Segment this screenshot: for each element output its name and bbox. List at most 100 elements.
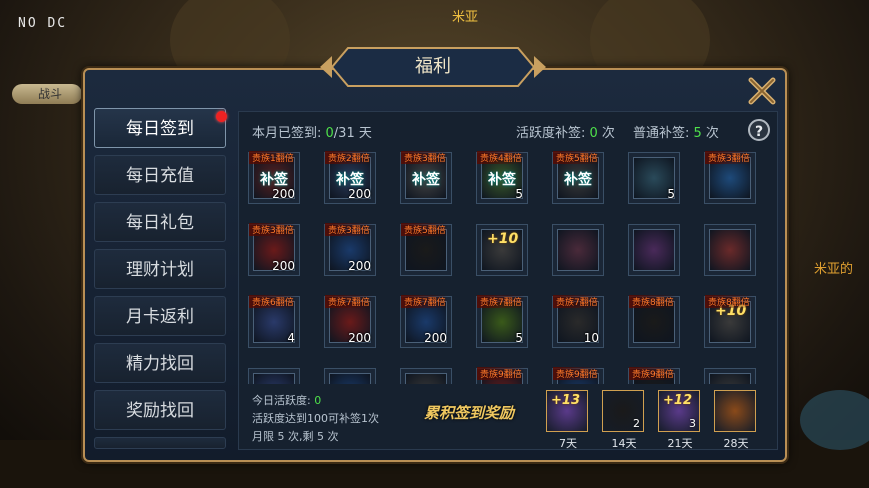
vip-double-tag: 贵族6翻倍	[249, 295, 297, 308]
signin-day-cell[interactable]	[324, 368, 376, 384]
item-quantity: 200	[272, 187, 295, 201]
cumulative-reward-item[interactable]: 2 14天	[602, 390, 644, 450]
makeup-sign-label: 补签	[564, 172, 592, 188]
signin-day-cell[interactable]: +10 贵族8翻倍	[704, 295, 756, 348]
close-icon	[748, 77, 776, 105]
signin-day-cell[interactable]: 贵族6翻倍 4	[248, 295, 300, 348]
item-quantity: 200	[348, 187, 371, 201]
active-makeup-label: 活跃度补签:	[516, 126, 590, 141]
sidebar-item-reward-recover[interactable]: 奖励找回	[94, 390, 226, 430]
signin-day-cell[interactable]: 贵族7翻倍 200	[400, 295, 452, 348]
dice-box-icon	[709, 373, 751, 384]
item-quantity: 3	[689, 417, 696, 430]
sidebar-item-monthly-card[interactable]: 月卡返利	[94, 296, 226, 336]
sidebar-item-daily-signin[interactable]: 每日签到	[94, 108, 227, 148]
item-quantity: 200	[348, 331, 371, 345]
signin-day-cell[interactable]: 补签 贵族3翻倍	[400, 151, 452, 204]
signin-day-cell[interactable]: 贵族9翻倍	[628, 367, 680, 384]
signin-day-cell[interactable]	[248, 368, 300, 384]
normal-makeup-value: 5	[693, 126, 702, 141]
signin-day-cell[interactable]: 贵族9翻倍	[552, 367, 604, 384]
sidebar-item-label: 每日充值	[126, 166, 194, 186]
sidebar-item-more[interactable]	[94, 437, 226, 449]
signed-label: 本月已签到:	[252, 126, 326, 141]
vip-double-tag: 贵族7翻倍	[553, 295, 601, 308]
vip-double-tag: 贵族7翻倍	[477, 295, 525, 308]
sidebar-item-label: 理财计划	[126, 260, 194, 280]
vip-double-tag: 贵族9翻倍	[477, 367, 525, 380]
signin-day-cell[interactable]: 贵族3翻倍 200	[324, 223, 376, 276]
vip-double-tag: 贵族7翻倍	[325, 295, 373, 308]
item-quantity: 10	[583, 331, 599, 345]
makeup-rule: 活跃度达到100可补签1次	[252, 412, 379, 425]
signin-day-cell[interactable]: +10	[476, 224, 528, 276]
signin-day-cell[interactable]: 补签 贵族2翻倍 200	[324, 151, 376, 204]
signin-day-cell[interactable]: 贵族5翻倍	[400, 223, 452, 276]
sidebar-item-label: 每日签到	[126, 119, 194, 139]
signed-value: 0	[325, 126, 334, 141]
item-quantity: 4	[287, 331, 295, 345]
signed-total: /31 天	[333, 126, 372, 141]
signin-day-cell[interactable]	[704, 368, 756, 384]
signed-count: 本月已签到: 0/31 天	[252, 122, 372, 141]
signin-day-cell[interactable]: 5	[628, 152, 680, 204]
signin-grid: 补签 贵族1翻倍 200 补签 贵族2翻倍 200 补签 贵族3翻倍 补签 贵族4翻倍 5 补签 贵族5…	[244, 148, 772, 384]
item-quantity: 5	[515, 187, 523, 201]
today-activity-value: 0	[314, 394, 322, 407]
signin-day-cell[interactable]: 补签 贵族1翻倍 200	[248, 151, 300, 204]
signin-day-cell[interactable]: 补签 贵族5翻倍	[552, 151, 604, 204]
makeup-sign-label: 补签	[488, 172, 516, 188]
sidebar-item-finance-plan[interactable]: 理财计划	[94, 249, 226, 289]
vip-double-tag: 贵族8翻倍	[705, 295, 753, 308]
signin-day-cell[interactable]: 补签 贵族4翻倍 5	[476, 151, 528, 204]
battle-tab[interactable]: 战斗	[12, 84, 82, 104]
reward-day-label: 7天	[559, 437, 577, 450]
sidebar-item-label: 每日礼包	[126, 213, 194, 233]
normal-makeup-label: 普通补签:	[633, 126, 694, 141]
signin-day-cell[interactable]	[400, 368, 452, 384]
signin-day-cell[interactable]: 贵族7翻倍 5	[476, 295, 528, 348]
sign-card-icon	[721, 397, 749, 425]
potion-bottle-icon	[253, 373, 295, 384]
vip-double-tag: 贵族3翻倍	[325, 223, 373, 236]
sidebar-item-label: 月卡返利	[126, 307, 194, 327]
enhance-level: +10	[487, 231, 519, 247]
signin-day-cell[interactable]: 贵族8翻倍	[628, 295, 680, 348]
sidebar-item-label: 精力找回	[126, 354, 194, 374]
makeup-sign-label: 补签	[260, 172, 288, 188]
signin-day-cell[interactable]: 贵族3翻倍	[704, 151, 756, 204]
normal-makeup-unit: 次	[701, 126, 719, 141]
item-quantity: 200	[424, 331, 447, 345]
vip-double-tag: 贵族2翻倍	[325, 151, 373, 164]
makeup-sign-label: 补签	[412, 172, 440, 188]
reward-day-label: 21天	[667, 437, 693, 450]
signin-day-cell[interactable]	[552, 224, 604, 276]
sidebar-item-daily-recharge[interactable]: 每日充值	[94, 155, 226, 195]
mystery-box-icon	[709, 229, 751, 271]
signin-day-cell[interactable]	[704, 224, 756, 276]
vip-double-tag: 贵族9翻倍	[629, 367, 677, 380]
help-button[interactable]: ?	[748, 119, 770, 141]
today-activity: 今日活跃度: 0	[252, 392, 321, 408]
cumulative-reward-label: 累积签到奖励	[424, 404, 515, 422]
purple-bag-icon	[633, 229, 675, 271]
cumulative-reward-item[interactable]: +12 3 21天	[658, 390, 700, 450]
reward-day-label: 14天	[611, 437, 637, 450]
sidebar-item-energy-recover[interactable]: 精力找回	[94, 343, 226, 383]
item-quantity: 200	[272, 259, 295, 273]
signin-day-cell[interactable]: 贵族3翻倍 200	[248, 223, 300, 276]
cumulative-reward-item[interactable]: 28天	[714, 390, 756, 450]
item-quantity: 2	[633, 417, 640, 430]
signin-day-cell[interactable]	[628, 224, 680, 276]
signin-day-cell[interactable]: 贵族7翻倍 200	[324, 295, 376, 348]
active-makeup-value: 0	[589, 126, 598, 141]
item-quantity: 5	[667, 187, 675, 201]
cumulative-reward-item[interactable]: +13 7天	[546, 390, 588, 450]
makeup-sign-label: 补签	[336, 172, 364, 188]
signin-day-cell[interactable]: 贵族9翻倍	[476, 367, 528, 384]
normal-makeup-count: 普通补签: 5 次	[633, 122, 719, 141]
close-button[interactable]	[745, 74, 779, 108]
signin-day-cell[interactable]: 贵族7翻倍 10	[552, 295, 604, 348]
sidebar-item-daily-gift[interactable]: 每日礼包	[94, 202, 226, 242]
dice-box-icon	[405, 373, 447, 384]
